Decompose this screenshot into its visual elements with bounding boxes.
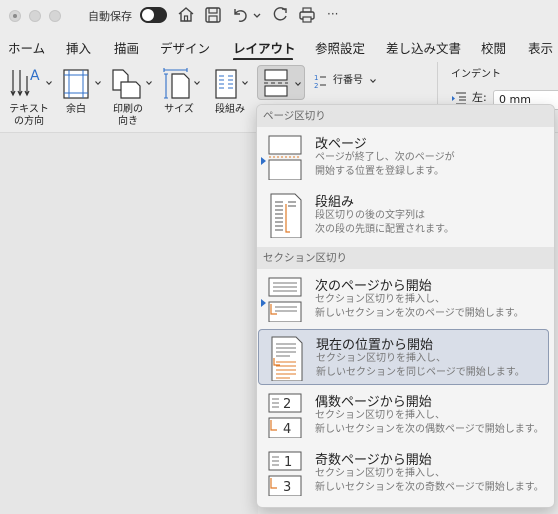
undo-icon[interactable] bbox=[230, 5, 250, 25]
indent-left-label: 左: bbox=[472, 91, 487, 104]
size-chevron-icon[interactable] bbox=[194, 80, 200, 86]
margins-chevron-icon[interactable] bbox=[95, 80, 101, 86]
page-breaks-heading: ページ区切り bbox=[257, 105, 554, 127]
default-marker-icon bbox=[261, 299, 266, 307]
more-icon[interactable]: ··· bbox=[327, 7, 338, 21]
orientation-chevron-icon[interactable] bbox=[146, 80, 152, 86]
even-page-break-item[interactable]: 2 4 偶数ページから開始 セクション区切りを挿入し、 新しいセクションを次の偶… bbox=[258, 387, 549, 443]
columns-icon[interactable] bbox=[214, 68, 238, 100]
text-direction-chevron-icon[interactable] bbox=[46, 80, 52, 86]
line-numbers-label[interactable]: 行番号 bbox=[333, 75, 363, 87]
continuous-break-title: 現在の位置から開始 bbox=[316, 338, 434, 353]
tab-home[interactable]: ホーム bbox=[8, 38, 45, 57]
continuous-break-icon bbox=[271, 336, 303, 381]
default-marker-icon bbox=[261, 157, 266, 165]
odd-page-break-item[interactable]: 1 3 奇数ページから開始 セクション区切りを挿入し、 新しいセクションを次の奇… bbox=[258, 445, 549, 501]
minimize-window-button[interactable] bbox=[29, 10, 41, 22]
indent-left-icon bbox=[452, 92, 466, 105]
breaks-icon bbox=[264, 69, 288, 97]
autosave-label: 自動保存 bbox=[88, 10, 132, 23]
tab-design[interactable]: デザイン bbox=[160, 38, 210, 57]
text-direction-label: テキスト の方向 bbox=[9, 104, 49, 127]
svg-text:2: 2 bbox=[283, 397, 291, 412]
size-icon[interactable] bbox=[162, 68, 192, 100]
svg-text:4: 4 bbox=[283, 422, 291, 437]
margins-icon[interactable] bbox=[62, 68, 90, 100]
print-icon[interactable] bbox=[297, 5, 317, 25]
tab-layout[interactable]: レイアウト bbox=[233, 38, 296, 57]
text-direction-icon[interactable]: A bbox=[10, 66, 42, 100]
svg-text:1: 1 bbox=[284, 455, 292, 470]
column-break-icon bbox=[270, 193, 302, 238]
tab-view[interactable]: 表示 bbox=[528, 38, 553, 57]
size-label: サイズ bbox=[164, 104, 194, 115]
even-page-break-title: 偶数ページから開始 bbox=[315, 395, 432, 410]
document-page[interactable] bbox=[0, 133, 258, 514]
orientation-icon[interactable] bbox=[110, 68, 142, 100]
home-icon[interactable] bbox=[176, 5, 196, 25]
next-page-break-item[interactable]: 次のページから開始 セクション区切りを挿入し、 新しいセクションを次のページで開… bbox=[258, 271, 549, 327]
close-window-button[interactable] bbox=[9, 10, 21, 22]
continuous-break-item[interactable]: 現在の位置から開始 セクション区切りを挿入し、 新しいセクションを同じページで開… bbox=[258, 329, 549, 385]
next-page-break-title: 次のページから開始 bbox=[315, 279, 432, 294]
tab-draw[interactable]: 描画 bbox=[114, 38, 139, 57]
svg-text:2: 2 bbox=[314, 82, 318, 90]
line-numbers-icon[interactable]: 1 2 bbox=[313, 72, 327, 90]
page-break-title: 改ページ bbox=[315, 137, 367, 152]
tab-review[interactable]: 校閲 bbox=[481, 38, 506, 57]
tab-mailings[interactable]: 差し込み文書 bbox=[386, 38, 461, 57]
next-page-break-icon bbox=[268, 277, 302, 322]
line-numbers-chevron-icon[interactable] bbox=[370, 78, 376, 84]
autosave-toggle[interactable] bbox=[140, 7, 167, 23]
next-page-break-desc: セクション区切りを挿入し、 新しいセクションを次のページで開始します。 bbox=[315, 294, 524, 319]
even-page-break-desc: セクション区切りを挿入し、 新しいセクションを次の偶数ページで開始します。 bbox=[315, 410, 544, 435]
page-break-item[interactable]: 改ページ ページが終了し、次のページが 開始する位置を登録します。 bbox=[258, 129, 549, 185]
save-icon[interactable] bbox=[203, 5, 223, 25]
title-bar: 自動保存 ··· bbox=[0, 0, 558, 32]
columns-label: 段組み bbox=[215, 104, 245, 115]
ribbon-tabs: ホーム 挿入 描画 デザイン レイアウト 参照設定 差し込み文書 校閲 表示 bbox=[0, 32, 558, 60]
odd-page-break-title: 奇数ページから開始 bbox=[315, 453, 432, 468]
margins-label: 余白 bbox=[66, 104, 86, 115]
tab-insert[interactable]: 挿入 bbox=[66, 38, 91, 57]
undo-dropdown-chevron-icon[interactable] bbox=[252, 5, 262, 25]
column-break-title: 段組み bbox=[315, 195, 355, 210]
zoom-window-button[interactable] bbox=[49, 10, 61, 22]
breaks-chevron-icon bbox=[295, 82, 301, 87]
tab-references[interactable]: 参照設定 bbox=[315, 38, 365, 57]
svg-text:3: 3 bbox=[283, 480, 291, 495]
redo-icon[interactable] bbox=[270, 5, 290, 25]
odd-page-break-icon: 1 3 bbox=[268, 451, 302, 496]
columns-chevron-icon[interactable] bbox=[242, 80, 248, 86]
svg-text:1: 1 bbox=[314, 74, 318, 82]
indent-heading: インデント bbox=[451, 69, 501, 80]
page-break-desc: ページが終了し、次のページが 開始する位置を登録します。 bbox=[315, 152, 455, 177]
svg-text:A: A bbox=[30, 68, 40, 84]
odd-page-break-desc: セクション区切りを挿入し、 新しいセクションを次の奇数ページで開始します。 bbox=[315, 468, 544, 493]
even-page-break-icon: 2 4 bbox=[268, 393, 302, 438]
orientation-label: 印刷の 向き bbox=[113, 104, 143, 127]
breaks-menu: ページ区切り 改ページ ページが終了し、次のページが 開始する位置を登録します。… bbox=[256, 104, 555, 508]
column-break-desc: 段区切りの後の文字列は 次の段の先頭に配置されます。 bbox=[315, 210, 454, 235]
section-breaks-heading: セクション区切り bbox=[257, 247, 554, 269]
continuous-break-desc: セクション区切りを挿入し、 新しいセクションを同じページで開始します。 bbox=[316, 353, 525, 378]
column-break-item[interactable]: 段組み 段区切りの後の文字列は 次の段の先頭に配置されます。 bbox=[258, 187, 549, 243]
page-break-icon bbox=[268, 135, 302, 180]
breaks-button[interactable] bbox=[257, 65, 305, 100]
